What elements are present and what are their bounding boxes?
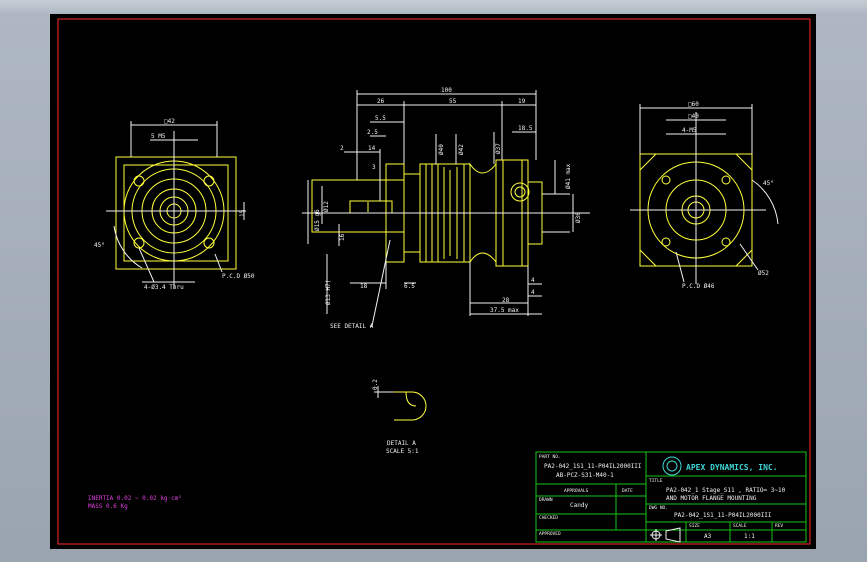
tb-part-no-label: PART NO. (539, 454, 561, 460)
dim-4b-label: 4 (531, 289, 535, 296)
see-detail-label: SEE DETAIL A (330, 323, 374, 330)
company-logo-icon (662, 456, 682, 476)
tb-approvals: APPROVALS (564, 488, 589, 494)
tb-drawn-label: DRAWN (539, 497, 553, 503)
rear-hole-br (721, 237, 731, 247)
dim-37-5-label: 37.5 max (490, 307, 519, 314)
dim-26-label: 26 (377, 98, 385, 105)
tb-date: DATE (622, 488, 633, 494)
rear-angle-label: 45° (763, 180, 774, 187)
tb-rev-label: REV (775, 523, 783, 529)
tb-title-label: TITLE (649, 478, 663, 484)
mass-note: MASS 0.6 Kg (88, 503, 128, 510)
dim-3-label: 3 (372, 164, 376, 171)
tb-approved-label: APPROVED (539, 531, 561, 537)
rear-hole-tl (661, 175, 671, 185)
tb-size: A3 (704, 533, 712, 540)
dim-19-label: 19 (518, 98, 526, 105)
tb-dwg-no-label: DWG NO. (649, 505, 668, 511)
front-square-label: □42 (164, 118, 175, 125)
front-holes-label: 4-Ø3.4 Thru (144, 284, 184, 291)
rear-pcd-label: P.C.D Ø46 (682, 283, 715, 290)
front-angle-label: 45° (94, 242, 105, 249)
cad-window: □42 5 M5 15 45° 4-Ø3.4 Thru P.C.D Ø50 10… (0, 0, 867, 562)
rear-d52-label: Ø52 (758, 270, 769, 277)
inertia-note: INERTIA 0.02 ~ 0.02 kg·cm² (88, 495, 182, 502)
rear-square-label: □60 (688, 101, 699, 108)
rear-sq40-label: □40 (688, 113, 699, 120)
tb-title-1: PA2-042_1 Stage_S11 , RATIO= 3~10 (666, 487, 786, 494)
dim-2-5-label: 2.5 (367, 129, 378, 136)
tb-company: APEX DYNAMICS, INC. (686, 463, 778, 472)
dim-d15-label: Ø15 g6 (314, 209, 321, 231)
drawing-svg: □42 5 M5 15 45° 4-Ø3.4 Thru P.C.D Ø50 10… (57, 18, 811, 545)
dim-18-label: 18 (360, 283, 368, 290)
tb-part-no-2: AB-PCZ-S31-M40-1 (556, 472, 614, 479)
rear-hole-tr (721, 175, 731, 185)
dim-5-5-label: 5.5 (375, 115, 386, 122)
drawing-canvas[interactable]: □42 5 M5 15 45° 4-Ø3.4 Thru P.C.D Ø50 10… (50, 14, 816, 549)
front-pcd-label: P.C.D Ø50 (222, 273, 255, 280)
detail-dim-label: 0.2 (372, 379, 379, 390)
front-view: □42 5 M5 15 45° 4-Ø3.4 Thru P.C.D Ø50 (94, 118, 255, 291)
rear-holes-label: 4-M5 (682, 127, 697, 134)
detail-label: DETAIL A (387, 440, 416, 447)
dim-55-label: 55 (449, 98, 457, 105)
side-clamp-screw (510, 182, 530, 202)
dim-18-5-label: 18.5 (518, 125, 533, 132)
company-logo-inner (666, 460, 678, 472)
dim-14-label: 14 (368, 145, 376, 152)
detail-a: 0.2 DETAIL A SCALE 5:1 (372, 379, 427, 455)
detail-profile (394, 391, 427, 421)
rear-hole-bl (661, 237, 671, 247)
dim-d12-label: Ø12 (323, 201, 330, 212)
front-flange-square (115, 156, 237, 270)
dim-d13-label: Ø13 H7( (325, 280, 332, 305)
tb-scale: 1:1 (744, 533, 755, 540)
tb-dwg-no: PA2-042_1S1_11-P04IL2000III (674, 512, 772, 519)
front-side-label: 15 (239, 209, 246, 217)
front-hole-tr (203, 175, 215, 187)
tb-size-label: SIZE (689, 523, 700, 529)
dim-100-label: 100 (441, 87, 452, 94)
dim-6-5-label: 6.5 (404, 283, 415, 290)
dim-16-label: 16 (339, 233, 346, 241)
tb-drawn-by: Candy (570, 502, 588, 509)
dim-d40-label: Ø40 (438, 144, 445, 155)
rear-view: □60 □40 4-M5 45° Ø52 P.C.D Ø46 (630, 101, 779, 290)
dim-d41-label: Ø41 max (565, 163, 572, 189)
dim-2-label: 2 (340, 145, 344, 152)
dim-28-label: 28 (502, 297, 510, 304)
dim-d42-label: Ø42 (458, 144, 465, 155)
tb-title-2: AND MOTOR FLANGE MOUNTING (666, 495, 757, 502)
side-clamp-screw-inner (514, 186, 526, 198)
tb-scale-label: SCALE (733, 523, 747, 529)
dim-4a-label: 4 (531, 277, 535, 284)
title-block: PART NO. PA2-042_1S1_11-P04IL2000III AB-… (535, 451, 807, 543)
detail-scale: SCALE 5:1 (386, 448, 419, 455)
dim-d30-label: Ø30 (575, 212, 582, 223)
detail-fillet (405, 391, 417, 407)
dim-d37-label: Ø37 (495, 143, 502, 154)
tb-part-no-1: PA2-042_1S1_11-P04IL2000III (544, 463, 642, 470)
front-thread-label: 5 M5 (151, 133, 166, 140)
side-view: 100 26 55 19 5.5 2.5 2 14 3 18.5 Ø40 Ø42… (302, 87, 590, 330)
tb-checked-label: CHECKED (539, 515, 558, 521)
front-hole-tl (133, 175, 145, 187)
